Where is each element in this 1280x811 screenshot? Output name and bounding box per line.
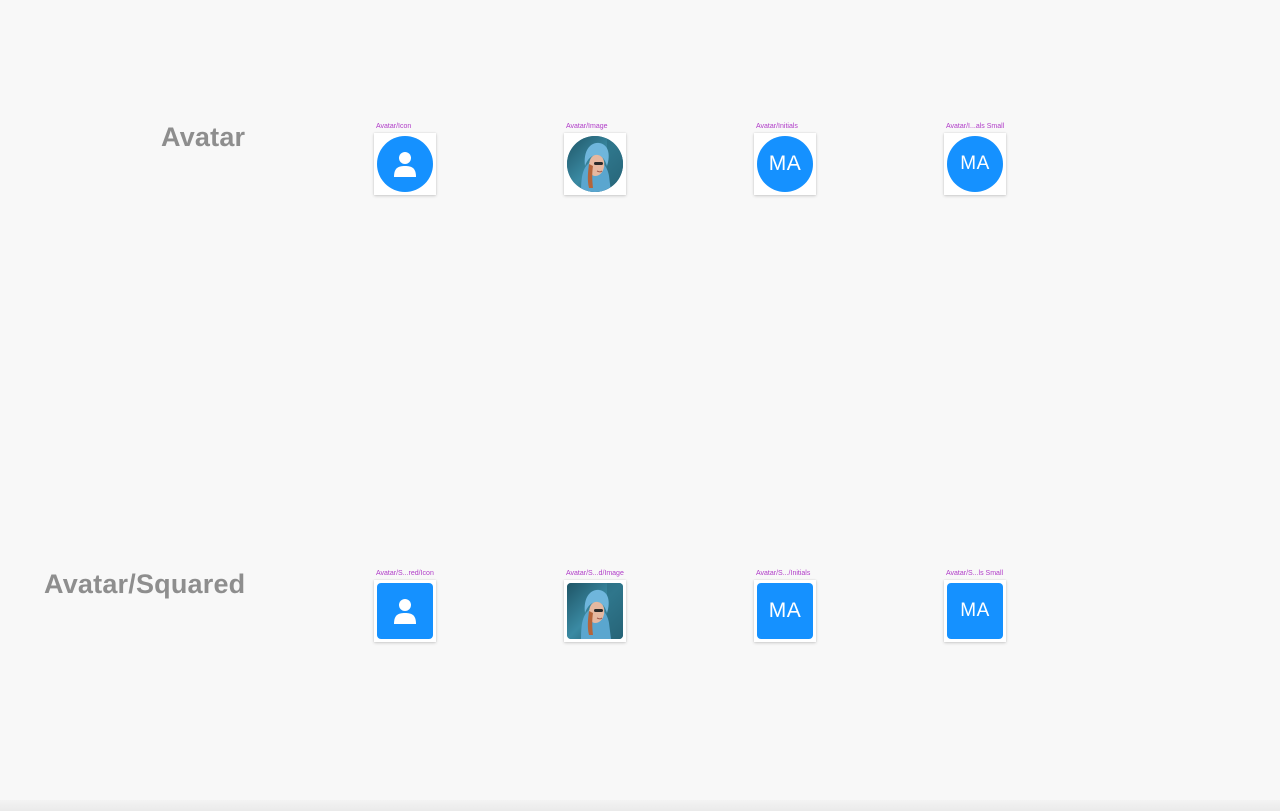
avatar: MA xyxy=(757,583,813,639)
section-title-avatar: Avatar xyxy=(161,122,246,152)
person-icon xyxy=(394,152,416,177)
avatar-photo xyxy=(567,583,623,639)
avatar-initials: MA xyxy=(960,600,990,621)
avatar-initials: MA xyxy=(960,153,990,174)
frame-label-avatar-initials-small[interactable]: Avatar/I...als Small xyxy=(946,123,1004,131)
frame-avatar-squared-image[interactable] xyxy=(564,580,626,642)
avatar: MA xyxy=(757,136,813,192)
frame-avatar-squared-icon[interactable] xyxy=(374,580,436,642)
woman-in-blue-hoodie-photo xyxy=(567,136,623,192)
frame-label-avatar-squared-initials[interactable]: Avatar/S.../Initials xyxy=(756,570,810,578)
woman-in-blue-hoodie-photo xyxy=(567,583,623,639)
frame-avatar-icon[interactable] xyxy=(374,133,436,195)
frame-label-avatar-initials[interactable]: Avatar/Initials xyxy=(756,123,798,131)
avatar xyxy=(377,583,433,639)
frame-avatar-squared-initials[interactable]: MA xyxy=(754,580,816,642)
frame-avatar-image[interactable] xyxy=(564,133,626,195)
frame-label-avatar-icon[interactable]: Avatar/Icon xyxy=(376,123,411,131)
avatar: MA xyxy=(947,583,1003,639)
frame-label-avatar-squared-icon[interactable]: Avatar/S...red/Icon xyxy=(376,570,434,578)
avatar: MA xyxy=(947,136,1003,192)
avatar-initials: MA xyxy=(768,599,802,622)
frame-label-avatar-squared-initials-small[interactable]: Avatar/S...ls Small xyxy=(946,570,1003,578)
person-icon xyxy=(394,599,416,624)
frame-avatar-initials[interactable]: MA xyxy=(754,133,816,195)
frame-label-avatar-squared-image[interactable]: Avatar/S...d/Image xyxy=(566,570,624,578)
avatar-photo xyxy=(567,136,623,192)
section-title-avatar-squared: Avatar/Squared xyxy=(44,569,246,599)
frame-label-avatar-image[interactable]: Avatar/Image xyxy=(566,123,608,131)
avatar xyxy=(377,136,433,192)
avatar-initials: MA xyxy=(768,152,802,175)
design-canvas[interactable]: Avatar Avatar/Icon Avatar/Image Avatar/I… xyxy=(0,0,1280,811)
frame-avatar-initials-small[interactable]: MA xyxy=(944,133,1006,195)
bottom-edge xyxy=(0,800,1280,811)
frame-avatar-squared-initials-small[interactable]: MA xyxy=(944,580,1006,642)
